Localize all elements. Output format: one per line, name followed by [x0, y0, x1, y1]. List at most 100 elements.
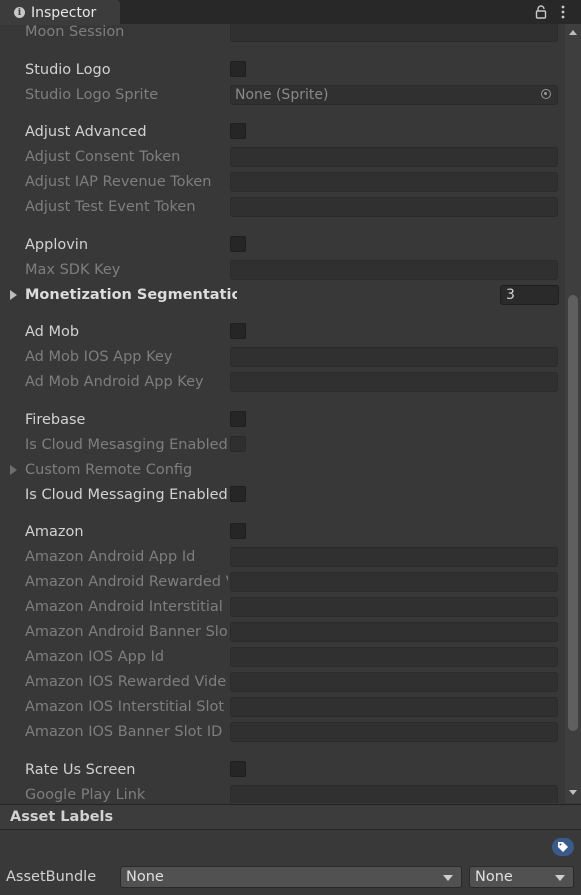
- text-field: [230, 597, 558, 617]
- property-label: Amazon Android Rewarded V: [25, 574, 228, 590]
- property-checkbox[interactable]: [230, 61, 246, 77]
- property-checkbox[interactable]: [230, 486, 246, 502]
- property-label: Ad Mob IOS App Key: [25, 349, 173, 365]
- property-label: Amazon IOS Interstitial Slot I: [25, 699, 228, 715]
- text-field: [230, 572, 558, 592]
- scroll-down-arrow-icon[interactable]: [569, 790, 577, 795]
- property-row: Firebase: [0, 409, 565, 431]
- property-row: Is Cloud Mesasging Enabled: [0, 434, 565, 456]
- property-checkbox[interactable]: [230, 123, 246, 139]
- asset-labels-header[interactable]: Asset Labels: [0, 804, 581, 830]
- property-row: Amazon IOS Interstitial Slot I: [0, 696, 565, 718]
- scrollbar-thumb[interactable]: [568, 295, 578, 731]
- text-field: [230, 24, 558, 42]
- field-value: None (Sprite): [235, 87, 329, 103]
- int-field[interactable]: 3: [500, 285, 559, 305]
- text-field: [230, 372, 558, 392]
- property-row: Amazon IOS Rewarded Vide: [0, 671, 565, 693]
- assetbundle-name-dropdown[interactable]: None: [120, 866, 462, 888]
- property-label: Custom Remote Config: [25, 462, 193, 478]
- property-label: Adjust Advanced: [25, 124, 147, 140]
- property-checkbox[interactable]: [230, 323, 246, 339]
- assetbundle-variant-dropdown[interactable]: None: [469, 866, 574, 888]
- property-label: Adjust IAP Revenue Token: [25, 174, 212, 190]
- property-row: Ad Mob Android App Key: [0, 371, 565, 393]
- property-label: Studio Logo Sprite: [25, 87, 159, 103]
- property-checkbox[interactable]: [230, 761, 246, 777]
- lock-icon[interactable]: [535, 5, 547, 19]
- text-field: [230, 147, 558, 167]
- property-row: Rate Us Screen: [0, 759, 565, 781]
- text-field: [230, 722, 558, 742]
- text-field: [230, 672, 558, 692]
- chevron-down-icon: [443, 875, 453, 881]
- property-label: Is Cloud Messaging Enabled: [25, 487, 228, 503]
- text-field: [230, 547, 558, 567]
- info-icon: i: [14, 7, 25, 18]
- property-label: Amazon IOS App Id: [25, 649, 165, 665]
- property-label: Adjust Consent Token: [25, 149, 181, 165]
- property-row: Is Cloud Messaging Enabled: [0, 484, 565, 506]
- text-field: [230, 172, 558, 192]
- property-label: Ad Mob Android App Key: [25, 374, 204, 390]
- scroll-up-arrow-icon[interactable]: [569, 30, 577, 35]
- property-row: Studio Logo Sprite None (Sprite): [0, 84, 565, 106]
- property-row: Ad Mob IOS App Key: [0, 346, 565, 368]
- property-row: Amazon Android Rewarded V: [0, 571, 565, 593]
- property-checkbox[interactable]: [230, 236, 246, 252]
- property-label: Amazon Android Interstitial S: [25, 599, 228, 615]
- property-row: Amazon: [0, 521, 565, 543]
- property-label: Amazon: [25, 524, 84, 540]
- property-label: Google Play Link: [25, 787, 146, 803]
- property-row: Adjust IAP Revenue Token: [0, 171, 565, 193]
- property-row: Applovin: [0, 234, 565, 256]
- text-field: [230, 785, 558, 803]
- tag-icon: [558, 842, 568, 852]
- kebab-menu-icon[interactable]: [560, 4, 566, 20]
- property-row: Amazon Android Banner Slot: [0, 621, 565, 643]
- assetbundle-variant-value: None: [475, 869, 513, 885]
- property-checkbox[interactable]: [230, 411, 246, 427]
- property-checkbox: [230, 436, 246, 452]
- inspector-tab[interactable]: i Inspector: [0, 0, 120, 25]
- object-picker-icon[interactable]: [541, 89, 551, 99]
- property-label: Adjust Test Event Token: [25, 199, 196, 215]
- foldout-arrow-icon[interactable]: [10, 465, 17, 475]
- property-row: Amazon Android App Id: [0, 546, 565, 568]
- text-field: [230, 197, 558, 217]
- property-checkbox[interactable]: [230, 523, 246, 539]
- vertical-scrollbar[interactable]: [565, 24, 581, 803]
- property-row: Custom Remote Config: [0, 459, 565, 481]
- inspector-tab-title: Inspector: [31, 4, 97, 21]
- property-label: Amazon Android App Id: [25, 549, 196, 565]
- foldout-arrow-icon[interactable]: [10, 290, 17, 300]
- asset-labels-panel: AssetBundle None None: [0, 830, 581, 895]
- property-label: Firebase: [25, 412, 86, 428]
- property-row: Amazon IOS App Id: [0, 646, 565, 668]
- property-row: Amazon Android Interstitial S: [0, 596, 565, 618]
- property-row: Amazon IOS Banner Slot ID: [0, 721, 565, 743]
- assetbundle-label: AssetBundle: [6, 869, 97, 885]
- text-field: [230, 260, 558, 280]
- property-row: Google Play Link: [0, 784, 565, 803]
- property-label: Amazon IOS Rewarded Vide: [25, 674, 227, 690]
- property-row: Ad Mob: [0, 321, 565, 343]
- property-row: Moon Session: [0, 24, 565, 43]
- property-label: Max SDK Key: [25, 262, 121, 278]
- property-row: Monetization Segmentation 3: [0, 284, 565, 306]
- assetbundle-name-value: None: [126, 869, 164, 885]
- property-label: Rate Us Screen: [25, 762, 136, 778]
- property-label: Amazon Android Banner Slot: [25, 624, 228, 640]
- property-label: Moon Session: [25, 24, 125, 40]
- chevron-down-icon: [555, 875, 565, 881]
- inspector-property-list: Moon Session Studio Logo Studio Logo Sprit…: [0, 24, 565, 803]
- text-field: [230, 647, 558, 667]
- property-row: Adjust Test Event Token: [0, 196, 565, 218]
- text-field: [230, 697, 558, 717]
- asset-labels-title: Asset Labels: [10, 809, 114, 825]
- asset-label-tag-button[interactable]: [552, 838, 574, 856]
- object-field: None (Sprite): [230, 85, 558, 105]
- property-label: Monetization Segmentation: [25, 287, 237, 303]
- property-label: Applovin: [25, 237, 89, 253]
- property-label: Studio Logo: [25, 62, 111, 78]
